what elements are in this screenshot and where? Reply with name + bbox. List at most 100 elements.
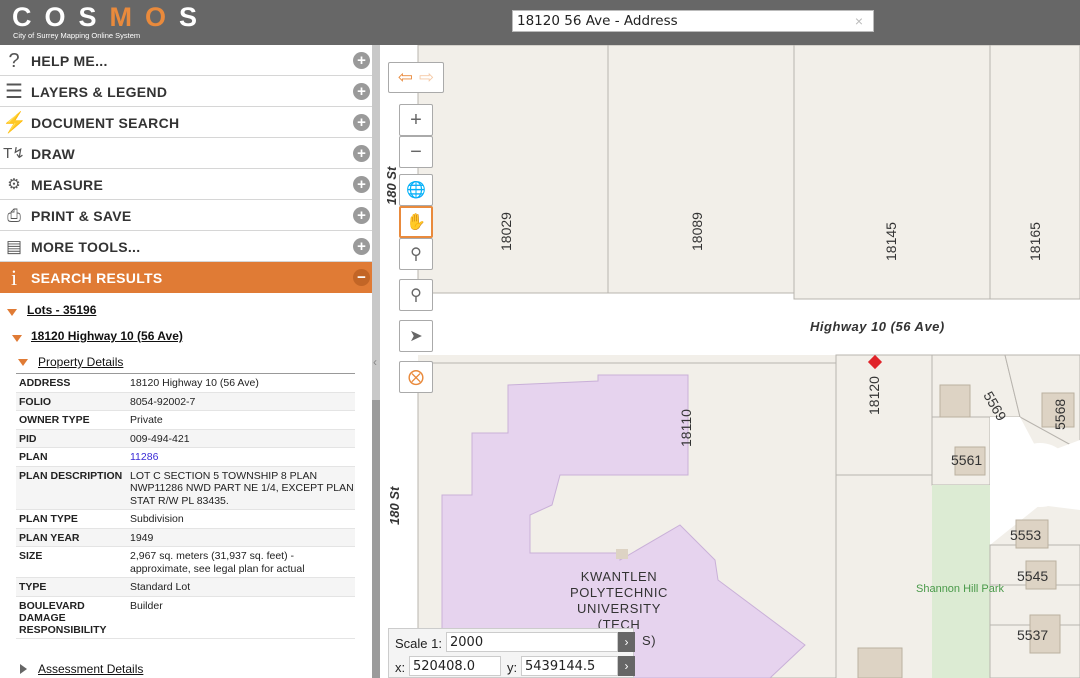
expand-plus-icon[interactable]: +	[353, 114, 370, 131]
building	[939, 384, 971, 418]
expand-plus-icon[interactable]: +	[353, 207, 370, 224]
expanded-triangle-icon[interactable]	[18, 359, 28, 366]
menu-print-save-label: PRINT & SAVE	[31, 208, 132, 224]
zoom-out-button[interactable]: −	[399, 136, 433, 168]
table-row: TYPE Standard Lot	[16, 578, 355, 597]
expand-plus-icon[interactable]: +	[353, 238, 370, 255]
expand-plus-icon[interactable]: +	[353, 83, 370, 100]
table-row: ADDRESS 18120 Highway 10 (56 Ave)	[16, 374, 355, 393]
y-coordinate-input[interactable]	[521, 656, 618, 676]
y-label: y:	[507, 660, 518, 675]
parcel-18120[interactable]	[835, 354, 933, 476]
scale-label: Scale 1:	[395, 636, 442, 651]
coordinate-go-button[interactable]: ›	[618, 656, 635, 676]
logo-subtitle: City of Surrey Mapping Online System	[13, 31, 141, 40]
scale-go-button[interactable]: ›	[618, 632, 635, 652]
top-bar: COSMOS City of Surrey Mapping Online Sys…	[0, 0, 1080, 45]
x-coordinate-input[interactable]	[409, 656, 501, 676]
building	[857, 647, 903, 678]
layers-icon: ☰	[5, 81, 23, 103]
lot-label: 5537	[1017, 627, 1048, 643]
pan-button[interactable]: ✋	[399, 206, 433, 238]
menu-more-tools[interactable]: ▤ MORE TOOLS... +	[0, 231, 372, 262]
result-group-lots[interactable]: Lots - 35196	[27, 303, 96, 317]
menu-help[interactable]: ? HELP ME... +	[0, 45, 372, 76]
expanded-triangle-icon[interactable]	[12, 335, 22, 342]
sidebar-panel: ? HELP ME... + ☰ LAYERS & LEGEND + ⚡ DOC…	[0, 45, 372, 678]
menu-layers-legend[interactable]: ☰ LAYERS & LEGEND +	[0, 76, 372, 107]
full-extent-button[interactable]: 🌐	[399, 174, 433, 206]
street-label-highway-10: Highway 10 (56 Ave)	[810, 319, 945, 334]
lot-label: 18165	[1027, 222, 1043, 261]
collapse-panel-chevron-icon[interactable]: ‹	[373, 355, 379, 373]
map-canvas[interactable]: 18029 18089 18145 18165 18120 18110 5569…	[380, 45, 1080, 678]
lot-label: 18120	[866, 376, 882, 415]
scale-input[interactable]	[446, 632, 618, 652]
clear-button[interactable]: ⨂	[399, 361, 433, 393]
table-row: PLAN 11286	[16, 448, 355, 467]
menu-draw[interactable]: T↯ DRAW +	[0, 138, 372, 169]
clear-search-icon[interactable]: ×	[855, 13, 863, 29]
expand-plus-icon[interactable]: +	[353, 176, 370, 193]
address-search-box[interactable]: ×	[512, 10, 874, 32]
kpu-label-line: KWANTLEN	[581, 569, 658, 584]
table-row: PLAN TYPE Subdivision	[16, 510, 355, 529]
sidebar-scrollbar[interactable]	[372, 400, 380, 678]
menu-search-results[interactable]: i SEARCH RESULTS −	[0, 262, 372, 293]
plus-icon: +	[410, 108, 422, 131]
menu-document-search-label: DOCUMENT SEARCH	[31, 115, 180, 131]
building	[616, 549, 628, 559]
expanded-triangle-icon[interactable]	[7, 309, 17, 316]
close-circle-icon: ⨂	[408, 369, 424, 386]
expand-plus-icon[interactable]: +	[353, 52, 370, 69]
menu-measure-label: MEASURE	[31, 177, 104, 193]
hand-icon: ✋	[406, 214, 426, 231]
plan-link[interactable]: 11286	[130, 451, 355, 464]
table-row: FOLIO 8054-92002-7	[16, 392, 355, 411]
assessment-details-link[interactable]: Assessment Details	[38, 662, 143, 676]
kpu-label-line: S)	[642, 633, 656, 648]
menu-help-label: HELP ME...	[31, 53, 108, 69]
lot-label: 18145	[883, 222, 899, 261]
address-search-input[interactable]	[513, 11, 843, 31]
minus-icon: −	[410, 140, 422, 163]
question-icon: ?	[8, 50, 20, 72]
expand-plus-icon[interactable]: +	[353, 145, 370, 162]
map-view[interactable]: 18029 18089 18145 18165 18120 18110 5569…	[380, 45, 1080, 678]
identify-button[interactable]: ⚲	[399, 279, 433, 311]
info-icon: i	[10, 265, 18, 290]
lot-label: 18029	[498, 212, 514, 251]
cul-de-sac-circle	[1008, 443, 1072, 507]
zoom-area-icon: ⚲	[410, 246, 422, 263]
table-row: PLAN DESCRIPTION LOT C SECTION 5 TOWNSHIP…	[16, 466, 355, 510]
locate-button[interactable]: ➤	[399, 320, 433, 352]
menu-measure[interactable]: ⚙ MEASURE +	[0, 169, 372, 200]
cosmos-logo[interactable]: COSMOS City of Surrey Mapping Online Sys…	[12, 2, 197, 42]
property-details-link[interactable]: Property Details	[38, 355, 123, 369]
menu-more-tools-label: MORE TOOLS...	[31, 239, 141, 255]
result-item-address[interactable]: 18120 Highway 10 (56 Ave)	[31, 329, 183, 343]
lightning-icon: ⚡	[2, 112, 27, 134]
zoom-box-button[interactable]: ⚲	[399, 238, 433, 270]
lot-label: 18110	[678, 409, 694, 447]
collapsed-triangle-icon[interactable]	[20, 664, 27, 674]
menu-print-save[interactable]: ⎙ PRINT & SAVE +	[0, 200, 372, 231]
kpu-label-line: POLYTECHNIC	[570, 585, 668, 600]
lot-label: 5561	[951, 452, 982, 468]
forward-arrow-icon[interactable]: ⇨	[419, 67, 434, 88]
street-label-180-st-top: 180 St	[384, 166, 399, 205]
street-label-180-st: 180 St	[387, 486, 402, 525]
table-row: SIZE 2,967 sq. meters (31,937 sq. feet) -…	[16, 547, 355, 578]
menu-document-search[interactable]: ⚡ DOCUMENT SEARCH +	[0, 107, 372, 138]
lot-label: 5553	[1010, 527, 1041, 543]
history-nav-buttons[interactable]: ⇦ ⇨	[388, 62, 444, 93]
back-arrow-icon[interactable]: ⇦	[398, 67, 413, 88]
lot-label: 5545	[1017, 568, 1048, 584]
zoom-in-button[interactable]: +	[399, 104, 433, 136]
printer-icon: ⎙	[7, 206, 21, 225]
collapse-minus-icon[interactable]: −	[353, 269, 370, 286]
parcel	[417, 45, 609, 294]
table-row: PLAN YEAR 1949	[16, 528, 355, 547]
globe-icon: 🌐	[406, 182, 426, 199]
menu-layers-label: LAYERS & LEGEND	[31, 84, 168, 100]
